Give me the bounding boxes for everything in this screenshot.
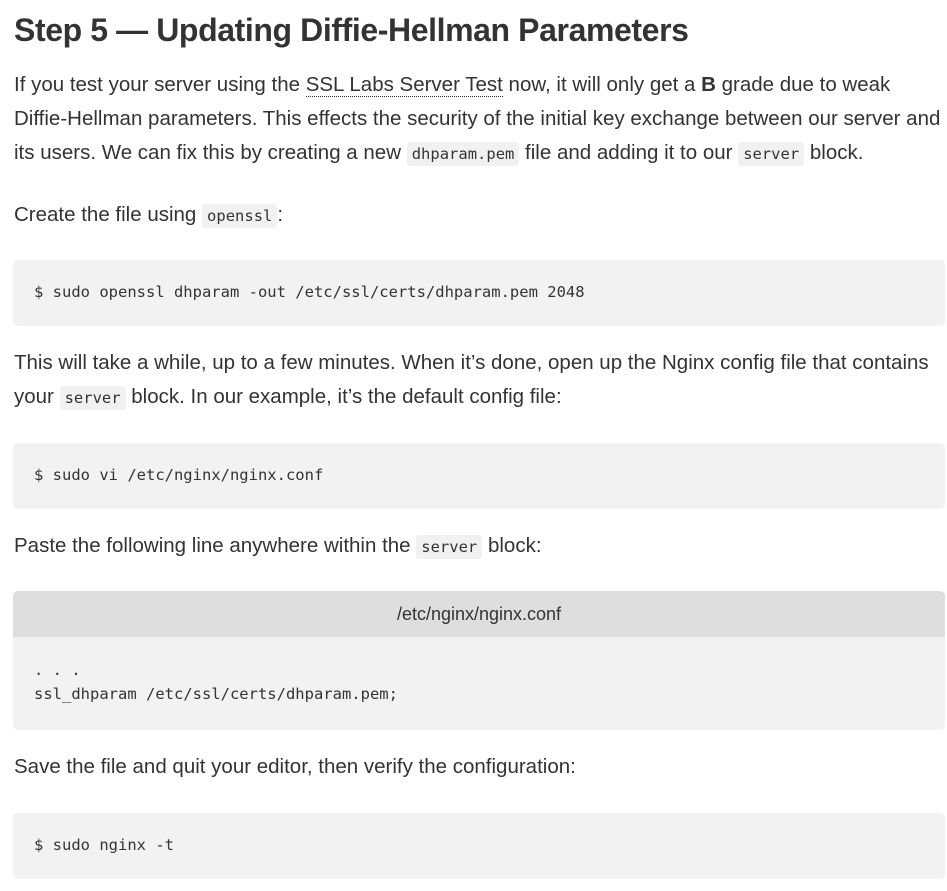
create-file-text-2: : <box>277 203 284 226</box>
code-line-ssl-dhparam[interactable]: ssl_dhparam /etc/ssl/certs/dhparam.pem; <box>34 685 398 703</box>
code-block-vi[interactable]: $ sudo vi /etc/nginx/nginx.conf <box>13 443 945 509</box>
paste-line-text-1: Paste the following line anywhere within… <box>14 534 417 557</box>
code-block-openssl[interactable]: $ sudo openssl dhparam -out /etc/ssl/cer… <box>13 260 945 326</box>
paste-line-paragraph: Paste the following line anywhere within… <box>14 529 944 564</box>
code-block-nginx-conf[interactable]: /etc/nginx/nginx.conf . . . ssl_dhparam … <box>13 591 945 730</box>
intro-text-4: file and adding it to our <box>519 141 739 164</box>
intro-text-5: block. <box>804 141 864 164</box>
verify-text: Save the file and quit your editor, then… <box>14 755 576 778</box>
code-line-nginx-test[interactable]: $ sudo nginx -t <box>34 836 174 854</box>
inline-code-server-3: server <box>416 535 483 559</box>
intro-text-2: now, it will only get a <box>502 73 702 96</box>
code-block-nginx-test[interactable]: $ sudo nginx -t <box>13 813 945 879</box>
code-line-ellipsis[interactable]: . . . <box>34 661 81 679</box>
inline-code-server-2: server <box>59 386 126 410</box>
create-file-paragraph: Create the file using openssl: <box>14 198 944 233</box>
inline-code-dhparam: dhparam.pem <box>406 142 520 166</box>
intro-paragraph: If you test your server using the SSL La… <box>14 68 944 171</box>
verify-paragraph: Save the file and quit your editor, then… <box>14 750 944 784</box>
code-line-openssl[interactable]: $ sudo openssl dhparam -out /etc/ssl/cer… <box>34 283 585 301</box>
inline-code-openssl: openssl <box>202 204 278 228</box>
open-config-text-2: block. In our example, it’s the default … <box>125 385 562 408</box>
grade-b: B <box>701 73 716 96</box>
paste-line-text-2: block: <box>482 534 542 557</box>
open-config-paragraph: This will take a while, up to a few minu… <box>14 346 944 415</box>
intro-text-1: If you test your server using the <box>14 73 306 96</box>
step-heading: Step 5 — Updating Diffie-Hellman Paramet… <box>14 12 689 48</box>
code-line-vi[interactable]: $ sudo vi /etc/nginx/nginx.conf <box>34 466 323 484</box>
create-file-text-1: Create the file using <box>14 203 203 226</box>
ssl-labs-link[interactable]: SSL Labs Server Test <box>305 73 503 97</box>
code-block-file-label: /etc/nginx/nginx.conf <box>13 591 945 637</box>
inline-code-server: server <box>738 142 805 166</box>
